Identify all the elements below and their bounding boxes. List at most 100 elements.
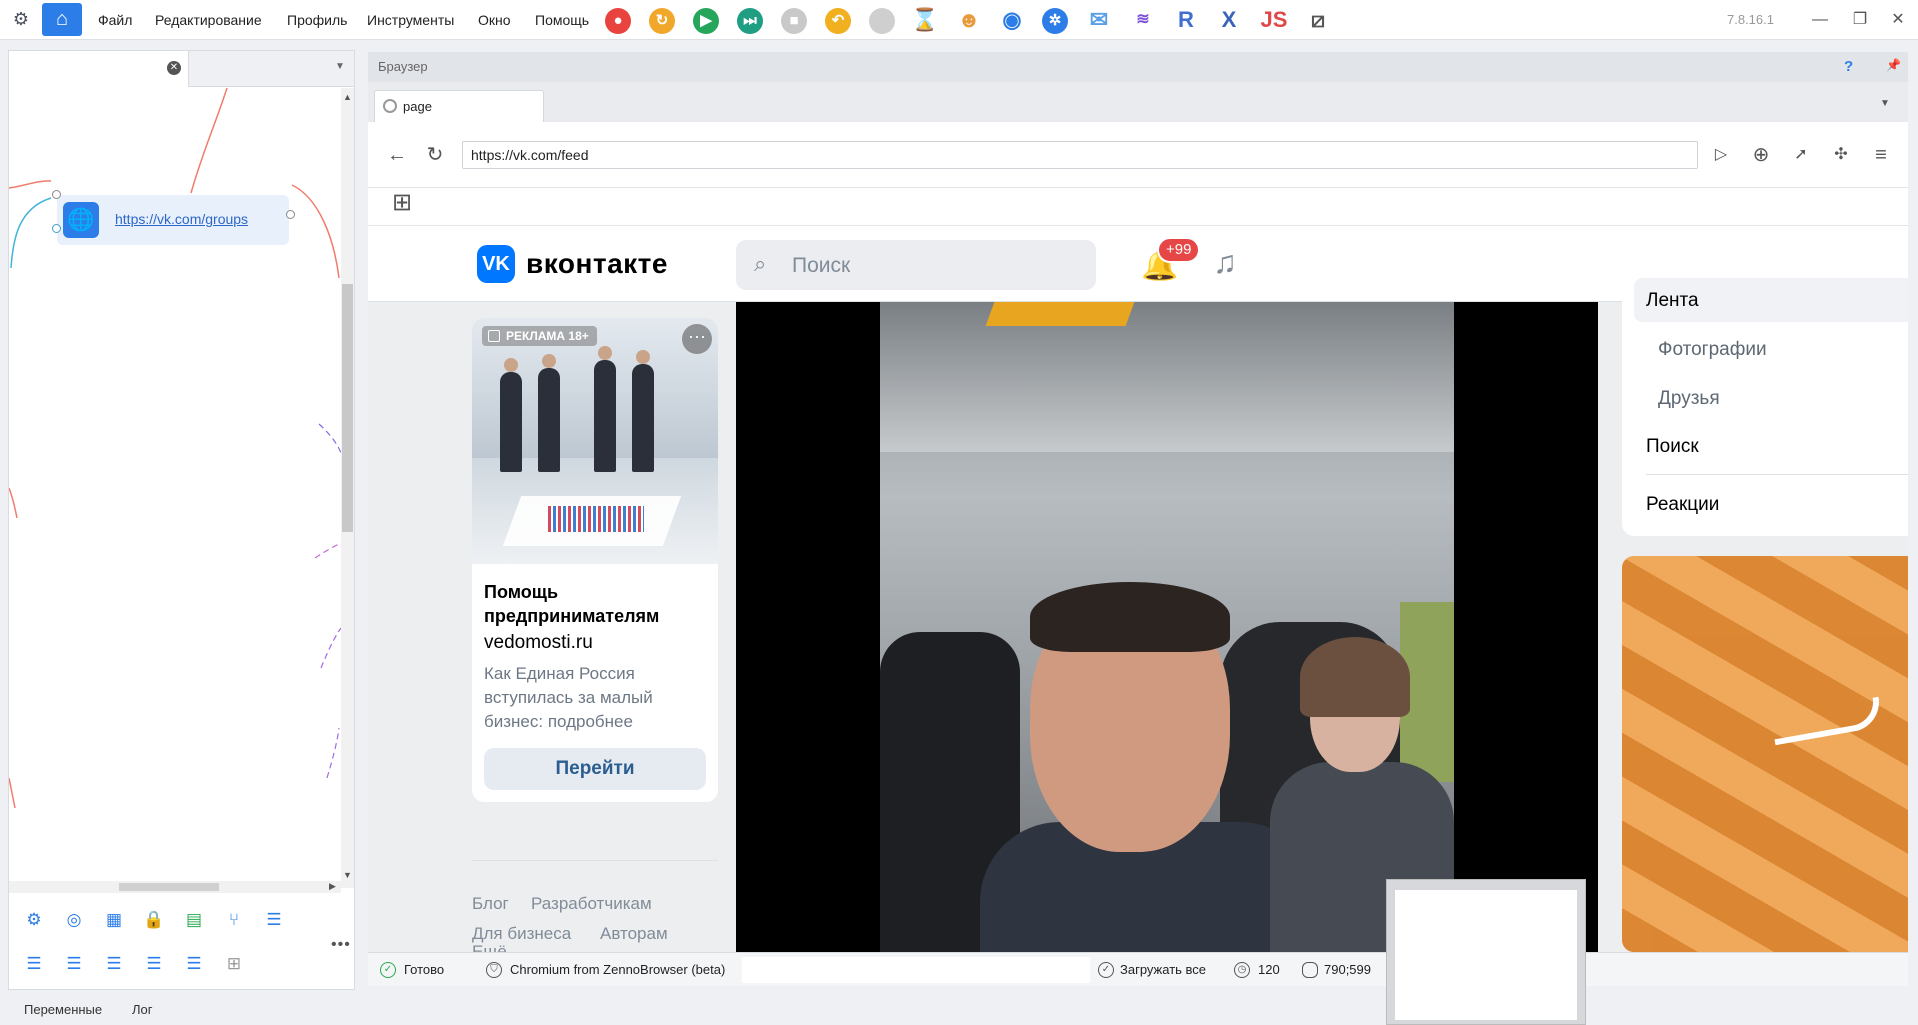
lock-icon[interactable]: 🔒 — [143, 909, 165, 931]
timeout-value[interactable]: 120 — [1258, 953, 1280, 987]
stop-icon[interactable]: ■ — [781, 8, 807, 34]
settings-gear-icon[interactable]: ⚙ — [23, 909, 45, 931]
node-input-port[interactable] — [52, 190, 61, 199]
app-logo-icon[interactable]: ⚙ — [10, 9, 32, 31]
footer-link-business[interactable]: Для бизнеса — [472, 924, 571, 944]
tab-log[interactable]: Лог — [132, 1002, 153, 1017]
scroll-right-icon[interactable]: ▶ — [329, 881, 336, 892]
help-icon[interactable]: ? — [1844, 58, 1853, 75]
apps-grid-icon[interactable]: ⊞ — [392, 188, 412, 217]
node-url-label[interactable]: https://vk.com/groups — [115, 211, 248, 227]
cursor-icon[interactable]: ➚ — [1788, 142, 1814, 168]
list-icon[interactable]: ☰ — [23, 953, 45, 975]
play-outline-icon[interactable]: ▷ — [1708, 142, 1734, 168]
nav-friends[interactable]: Друзья — [1658, 388, 1720, 410]
ad-image[interactable]: РЕКЛАМА 18+ ··· — [472, 318, 718, 564]
more-icon[interactable]: ••• — [331, 936, 351, 954]
video-player[interactable] — [736, 302, 1598, 952]
nav-search[interactable]: Поиск — [1646, 436, 1699, 458]
chevron-down-icon[interactable]: ▼ — [1880, 98, 1890, 109]
status-input[interactable] — [742, 957, 1090, 983]
pin-icon[interactable]: 📌 — [1886, 58, 1901, 72]
list-icon[interactable]: ☰ — [183, 953, 205, 975]
eye-icon[interactable]: ◉ — [998, 6, 1026, 34]
stop-record-icon[interactable]: ● — [605, 8, 631, 34]
play-icon[interactable]: ▶ — [693, 8, 719, 34]
home-button[interactable]: ⌂ — [42, 3, 82, 36]
menu-profile[interactable]: Профиль — [287, 0, 347, 40]
javascript-icon[interactable]: JS — [1260, 6, 1288, 34]
extensions-icon[interactable]: ✣ — [1828, 142, 1854, 168]
footer-link-authors[interactable]: Авторам — [600, 924, 668, 944]
table-icon[interactable]: ▤ — [183, 909, 205, 931]
address-bar[interactable]: https://vk.com/feed — [462, 141, 1698, 169]
more-options-icon[interactable]: ··· — [682, 324, 712, 354]
scroll-thumb[interactable] — [119, 883, 219, 891]
music-icon[interactable]: ♫ — [1213, 244, 1237, 281]
list-icon[interactable]: ☰ — [63, 953, 85, 975]
menu-help[interactable]: Помощь — [535, 0, 589, 40]
hamburger-menu-icon[interactable]: ≡ — [1868, 142, 1894, 168]
nav-photos[interactable]: Фотографии — [1658, 339, 1767, 361]
hourglass-icon[interactable]: ⌛ — [911, 6, 939, 34]
nav-feed[interactable]: Лента — [1646, 290, 1699, 312]
close-window-icon[interactable]: ✕ — [1878, 0, 1918, 40]
share-icon[interactable]: ✲ — [1042, 8, 1068, 34]
add-icon[interactable]: ⊞ — [223, 953, 245, 975]
menu-file[interactable]: Файл — [98, 0, 132, 40]
footer-link-more[interactable]: Ещё — [472, 942, 507, 952]
list-icon[interactable]: ☰ — [103, 953, 125, 975]
vk-brand-name[interactable]: вконтакте — [526, 248, 668, 280]
restore-icon[interactable]: ❐ — [1840, 0, 1880, 40]
user-circle-icon[interactable]: ◎ — [63, 909, 85, 931]
branch-icon[interactable]: ⑂ — [223, 909, 245, 931]
browser-tab[interactable]: page — [374, 90, 544, 122]
reload-icon[interactable]: ↻ — [422, 142, 448, 168]
project-canvas[interactable]: 🌐 https://vk.com/groups — [9, 88, 341, 888]
footer-link-blog[interactable]: Блог — [472, 894, 509, 914]
grid-icon[interactable]: ▦ — [103, 909, 125, 931]
profile-user-icon[interactable]: ☻ — [955, 6, 983, 34]
restart-icon[interactable]: ↻ — [649, 8, 675, 34]
pause-icon[interactable] — [869, 8, 895, 34]
back-icon[interactable]: ← — [384, 142, 410, 168]
xpath-icon[interactable]: X — [1215, 6, 1243, 34]
regex-icon[interactable]: R — [1172, 6, 1200, 34]
ad-domain[interactable]: vedomosti.ru — [484, 632, 593, 654]
close-tab-icon[interactable]: ✕ — [167, 61, 181, 75]
canvas-horizontal-scrollbar[interactable]: ▶ — [9, 881, 341, 893]
vk-search-input[interactable]: ⌕ Поиск — [736, 240, 1096, 290]
menu-edit[interactable]: Редактирование — [155, 0, 262, 40]
scroll-thumb[interactable] — [342, 284, 353, 532]
node-output-port[interactable] — [286, 210, 295, 219]
ad-card[interactable]: РЕКЛАМА 18+ ··· Помощь предпринимателям … — [472, 318, 718, 802]
csv-icon[interactable]: ≋ — [1129, 6, 1157, 34]
ad-go-button[interactable]: Перейти — [484, 748, 706, 790]
load-all-toggle[interactable]: Загружать все — [1120, 953, 1206, 987]
footer-link-developers[interactable]: Разработчикам — [531, 894, 652, 914]
vk-logo-icon[interactable]: VK — [477, 245, 515, 283]
canvas-vertical-scrollbar[interactable]: ▲ ▼ — [341, 88, 354, 888]
mail-icon[interactable]: ✉ — [1085, 6, 1113, 34]
game-ad-card[interactable] — [1622, 556, 1908, 952]
popup-window[interactable] — [1386, 879, 1586, 1025]
navigate-action-node[interactable]: 🌐 https://vk.com/groups — [57, 195, 289, 245]
menu-window[interactable]: Окно — [478, 0, 511, 40]
add-circle-icon[interactable]: ⊕ — [1748, 142, 1774, 168]
scroll-up-icon[interactable]: ▲ — [343, 92, 352, 102]
step-icon[interactable]: ⏭ — [737, 8, 763, 34]
node-error-port[interactable] — [52, 224, 61, 233]
ad-title[interactable]: Помощь предпринимателям — [484, 580, 710, 628]
minimize-icon[interactable]: — — [1800, 0, 1840, 40]
editor-tab[interactable]: ✕ — [9, 51, 189, 87]
scroll-down-icon[interactable]: ▼ — [343, 870, 352, 880]
browser-engine[interactable]: Chromium from ZennoBrowser (beta) — [510, 953, 725, 987]
tab-variables[interactable]: Переменные — [24, 1002, 102, 1017]
list-icon[interactable]: ☰ — [143, 953, 165, 975]
menu-tools[interactable]: Инструменты — [367, 0, 454, 40]
chevron-down-icon[interactable]: ▼ — [335, 61, 345, 72]
nav-reactions[interactable]: Реакции — [1646, 494, 1719, 516]
undo-icon[interactable]: ↶ — [825, 8, 851, 34]
settings-tool-icon[interactable]: ⧄ — [1304, 6, 1332, 34]
list-icon[interactable]: ☰ — [263, 909, 285, 931]
